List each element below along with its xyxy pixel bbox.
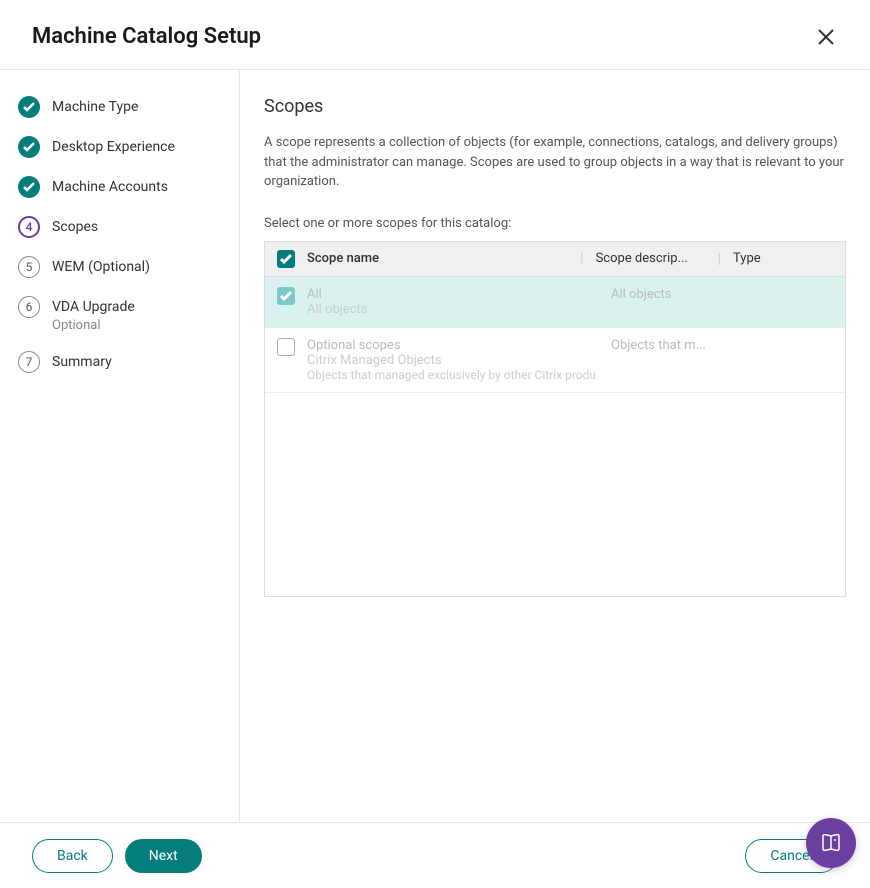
check-icon — [18, 176, 40, 198]
step-wem[interactable]: 5 WEM (Optional) — [18, 256, 221, 278]
dialog-title: Machine Catalog Setup — [32, 24, 261, 49]
table-row[interactable]: All All objects All objects — [265, 277, 845, 328]
scope-name: Optional scopes — [307, 338, 599, 353]
column-header-description[interactable]: Scope descrip... — [596, 251, 706, 266]
column-header-name[interactable]: Scope name — [307, 251, 568, 266]
step-label: WEM (Optional) — [52, 256, 150, 278]
help-fab[interactable] — [806, 818, 856, 868]
step-machine-type[interactable]: Machine Type — [18, 96, 221, 118]
step-number-icon: 4 — [18, 216, 40, 238]
step-summary[interactable]: 7 Summary — [18, 351, 221, 373]
step-desktop-experience[interactable]: Desktop Experience — [18, 136, 221, 158]
row-name-cell: Optional scopes Citrix Managed Objects O… — [307, 338, 599, 382]
close-button[interactable] — [814, 25, 838, 49]
scopes-table: Scope name | Scope descrip... | Type All… — [264, 241, 846, 597]
book-sparkle-icon — [818, 830, 844, 856]
wizard-content: Scopes A scope represents a collection o… — [240, 70, 870, 822]
row-checkbox[interactable] — [277, 338, 295, 356]
row-desc-cell: All objects — [611, 287, 721, 302]
column-separator: | — [718, 251, 721, 267]
select-instruction: Select one or more scopes for this catal… — [264, 216, 846, 231]
scope-name: All — [307, 287, 599, 302]
step-sublabel: Optional — [52, 318, 135, 333]
column-header-type[interactable]: Type — [733, 251, 833, 266]
step-machine-accounts[interactable]: Machine Accounts — [18, 176, 221, 198]
scope-subtitle: Citrix Managed Objects — [307, 353, 599, 368]
step-label: Summary — [52, 351, 112, 373]
row-checkbox — [277, 287, 295, 305]
wizard-sidebar: Machine Type Desktop Experience Machine … — [0, 70, 240, 822]
row-name-cell: All All objects — [307, 287, 599, 317]
dialog-body: Machine Type Desktop Experience Machine … — [0, 70, 870, 822]
dialog-header: Machine Catalog Setup — [0, 0, 870, 70]
step-number-icon: 6 — [18, 296, 40, 318]
step-label: Machine Accounts — [52, 176, 168, 198]
step-label: Scopes — [52, 216, 98, 238]
step-number-icon: 7 — [18, 351, 40, 373]
select-all-checkbox[interactable] — [277, 250, 295, 268]
check-icon — [18, 96, 40, 118]
step-label: Desktop Experience — [52, 136, 175, 158]
step-number-icon: 5 — [18, 256, 40, 278]
step-label-group: VDA Upgrade Optional — [52, 296, 135, 333]
table-row[interactable]: Optional scopes Citrix Managed Objects O… — [265, 328, 845, 393]
footer-left-buttons: Back Next — [32, 839, 202, 873]
step-vda-upgrade[interactable]: 6 VDA Upgrade Optional — [18, 296, 221, 333]
check-icon — [18, 136, 40, 158]
back-button[interactable]: Back — [32, 839, 113, 873]
column-separator: | — [580, 251, 583, 267]
content-description: A scope represents a collection of objec… — [264, 133, 846, 192]
table-header-row: Scope name | Scope descrip... | Type — [265, 242, 845, 277]
next-button[interactable]: Next — [125, 839, 202, 873]
close-icon — [816, 27, 836, 47]
step-label: VDA Upgrade — [52, 299, 135, 315]
step-label: Machine Type — [52, 96, 138, 118]
scope-subtitle: All objects — [307, 302, 599, 317]
content-title: Scopes — [264, 96, 846, 117]
step-scopes[interactable]: 4 Scopes — [18, 216, 221, 238]
scope-subtitle-2: Objects that managed exclusively by othe… — [307, 368, 599, 382]
dialog-footer: Back Next Cancel — [0, 822, 870, 888]
row-desc-cell: Objects that m... — [611, 338, 721, 353]
